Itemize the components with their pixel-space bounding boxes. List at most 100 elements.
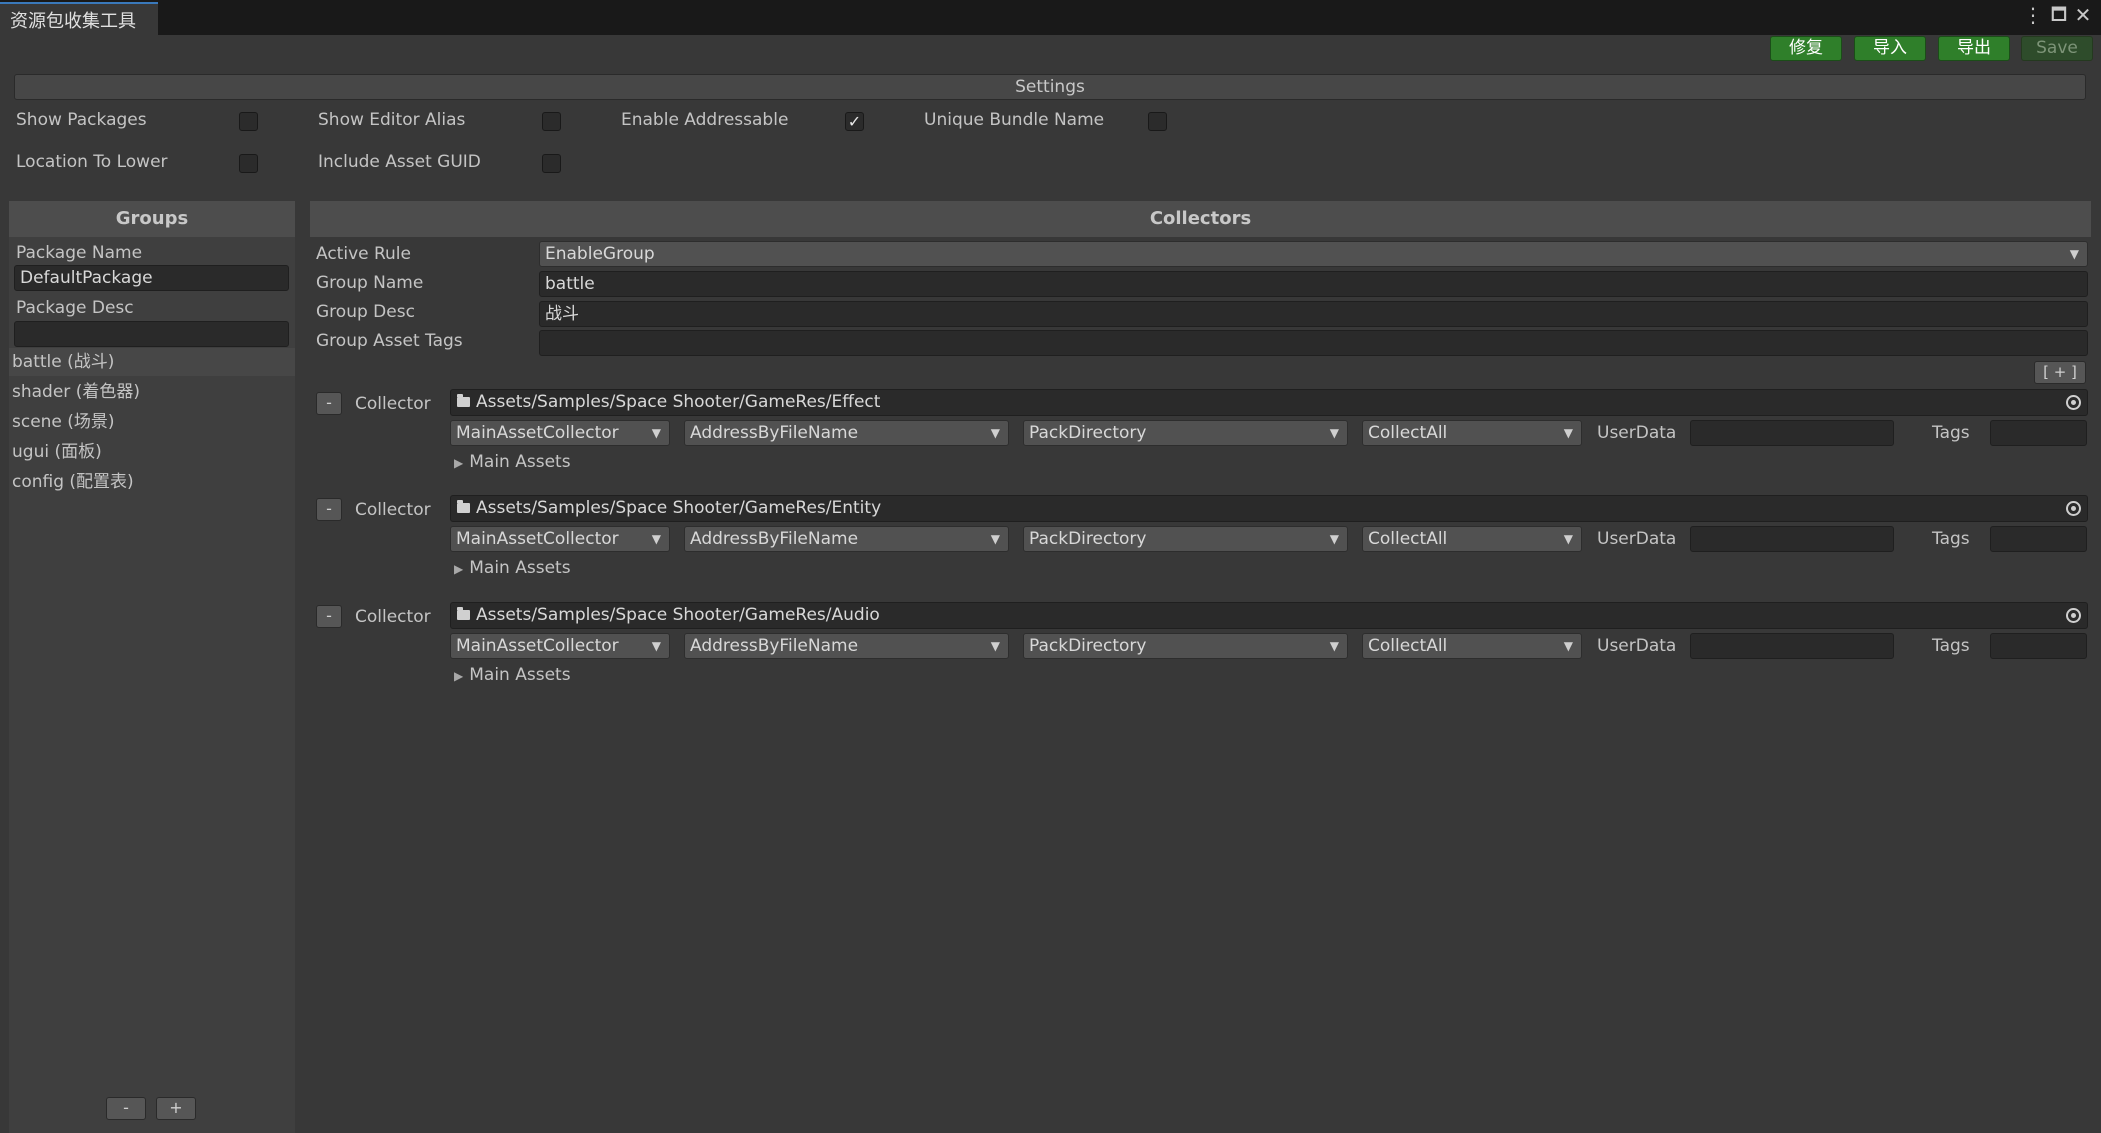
filter-rule-value: CollectAll — [1368, 636, 1448, 656]
tags-input[interactable] — [1990, 526, 2087, 552]
group-item-battle[interactable]: battle (战斗) — [9, 348, 295, 376]
remove-collector-button[interactable]: - — [316, 605, 342, 628]
tags-label: Tags — [1932, 636, 1970, 656]
location-to-lower-checkbox[interactable] — [239, 154, 258, 173]
chevron-down-icon: ▼ — [1563, 426, 1573, 440]
group-desc-label: Group Desc — [316, 302, 415, 322]
package-name-label: Package Name — [16, 243, 143, 263]
address-rule-value: AddressByFileName — [690, 636, 859, 656]
filter-rule-dropdown[interactable]: CollectAll ▼ — [1362, 420, 1582, 446]
address-rule-value: AddressByFileName — [690, 529, 859, 549]
group-name-input[interactable]: battle — [539, 271, 2088, 297]
remove-collector-button[interactable]: - — [316, 392, 342, 415]
pack-rule-value: PackDirectory — [1029, 636, 1147, 656]
groups-header: Groups — [9, 201, 295, 237]
collector-type-dropdown[interactable]: MainAssetCollector ▼ — [450, 526, 670, 552]
collector-type-dropdown[interactable]: MainAssetCollector ▼ — [450, 633, 670, 659]
collector-type-value: MainAssetCollector — [456, 423, 619, 443]
address-rule-dropdown[interactable]: AddressByFileName ▼ — [684, 633, 1009, 659]
address-rule-dropdown[interactable]: AddressByFileName ▼ — [684, 420, 1009, 446]
object-picker-icon[interactable] — [2066, 608, 2081, 623]
main-assets-foldout[interactable]: ▶ Main Assets — [454, 665, 571, 685]
userdata-input[interactable] — [1690, 420, 1894, 446]
tags-input[interactable] — [1990, 420, 2087, 446]
chevron-down-icon: ▼ — [1329, 639, 1339, 653]
include-asset-guid-checkbox[interactable] — [542, 154, 561, 173]
package-name-input[interactable]: DefaultPackage — [14, 265, 289, 291]
filter-rule-dropdown[interactable]: CollectAll ▼ — [1362, 633, 1582, 659]
group-asset-tags-input[interactable] — [539, 330, 2088, 356]
main-assets-label: Main Assets — [469, 665, 571, 685]
enable-addressable-checkbox[interactable]: ✓ — [845, 112, 864, 131]
triangle-right-icon: ▶ — [454, 669, 464, 683]
collector-type-value: MainAssetCollector — [456, 636, 619, 656]
chevron-down-icon: ▼ — [990, 532, 1000, 546]
repair-button[interactable]: 修复 — [1770, 36, 1842, 61]
location-to-lower-label: Location To Lower — [16, 152, 168, 172]
settings-header[interactable]: Settings — [14, 74, 2086, 100]
window-tab[interactable]: 资源包收集工具 — [0, 2, 158, 35]
main-assets-foldout[interactable]: ▶ Main Assets — [454, 558, 571, 578]
folder-icon — [457, 394, 470, 407]
group-item-scene[interactable]: scene (场景) — [9, 408, 295, 436]
object-picker-icon[interactable] — [2066, 501, 2081, 516]
collector-path-field[interactable]: Assets/Samples/Space Shooter/GameRes/Ent… — [450, 495, 2088, 522]
main-assets-foldout[interactable]: ▶ Main Assets — [454, 452, 571, 472]
menu-kebab-icon[interactable]: ⋮ — [2022, 4, 2044, 26]
remove-collector-button[interactable]: - — [316, 498, 342, 521]
chevron-down-icon: ▼ — [990, 639, 1000, 653]
add-group-button[interactable]: + — [156, 1097, 196, 1120]
filter-rule-dropdown[interactable]: CollectAll ▼ — [1362, 526, 1582, 552]
pack-rule-value: PackDirectory — [1029, 529, 1147, 549]
show-editor-alias-label: Show Editor Alias — [318, 110, 466, 130]
window-titlebar: 资源包收集工具 ⋮ 🗖 ✕ — [0, 0, 2101, 35]
package-desc-label: Package Desc — [16, 298, 134, 318]
userdata-label: UserData — [1597, 529, 1677, 549]
import-button[interactable]: 导入 — [1854, 36, 1926, 61]
tags-label: Tags — [1932, 423, 1970, 443]
chevron-down-icon: ▼ — [1563, 639, 1573, 653]
group-desc-input[interactable]: 战斗 — [539, 301, 2088, 327]
unique-bundle-name-checkbox[interactable] — [1148, 112, 1167, 131]
triangle-right-icon: ▶ — [454, 456, 464, 470]
show-packages-checkbox[interactable] — [239, 112, 258, 131]
userdata-input[interactable] — [1690, 526, 1894, 552]
tags-input[interactable] — [1990, 633, 2087, 659]
userdata-label: UserData — [1597, 636, 1677, 656]
active-rule-dropdown[interactable]: EnableGroup ▼ — [539, 241, 2088, 267]
pack-rule-dropdown[interactable]: PackDirectory ▼ — [1023, 633, 1348, 659]
maximize-icon[interactable]: 🗖 — [2048, 4, 2070, 26]
chevron-down-icon: ▼ — [1329, 426, 1339, 440]
group-item-ugui[interactable]: ugui (面板) — [9, 438, 295, 466]
group-item-config[interactable]: config (配置表) — [9, 468, 295, 496]
remove-group-button[interactable]: - — [106, 1097, 146, 1120]
userdata-input[interactable] — [1690, 633, 1894, 659]
save-button[interactable]: Save — [2021, 36, 2093, 61]
pack-rule-dropdown[interactable]: PackDirectory ▼ — [1023, 420, 1348, 446]
export-button[interactable]: 导出 — [1938, 36, 2010, 61]
object-picker-icon[interactable] — [2066, 395, 2081, 410]
close-icon[interactable]: ✕ — [2072, 4, 2094, 26]
chevron-down-icon: ▼ — [651, 426, 661, 440]
address-rule-value: AddressByFileName — [690, 423, 859, 443]
enable-addressable-label: Enable Addressable — [621, 110, 789, 130]
collector-label: Collector — [355, 500, 431, 520]
address-rule-dropdown[interactable]: AddressByFileName ▼ — [684, 526, 1009, 552]
add-collector-button[interactable]: [ + ] — [2034, 361, 2086, 384]
group-asset-tags-label: Group Asset Tags — [316, 331, 463, 351]
unique-bundle-name-label: Unique Bundle Name — [924, 110, 1105, 130]
pack-rule-value: PackDirectory — [1029, 423, 1147, 443]
pack-rule-dropdown[interactable]: PackDirectory ▼ — [1023, 526, 1348, 552]
folder-icon — [457, 500, 470, 513]
collector-type-dropdown[interactable]: MainAssetCollector ▼ — [450, 420, 670, 446]
group-item-shader[interactable]: shader (着色器) — [9, 378, 295, 406]
collector-path-field[interactable]: Assets/Samples/Space Shooter/GameRes/Eff… — [450, 389, 2088, 416]
collector-path: Assets/Samples/Space Shooter/GameRes/Ent… — [476, 498, 882, 518]
chevron-down-icon: ▼ — [1329, 532, 1339, 546]
userdata-label: UserData — [1597, 423, 1677, 443]
main-assets-label: Main Assets — [469, 558, 571, 578]
active-rule-value: EnableGroup — [545, 244, 655, 264]
show-editor-alias-checkbox[interactable] — [542, 112, 561, 131]
package-desc-input[interactable] — [14, 321, 289, 347]
collector-path-field[interactable]: Assets/Samples/Space Shooter/GameRes/Aud… — [450, 602, 2088, 629]
